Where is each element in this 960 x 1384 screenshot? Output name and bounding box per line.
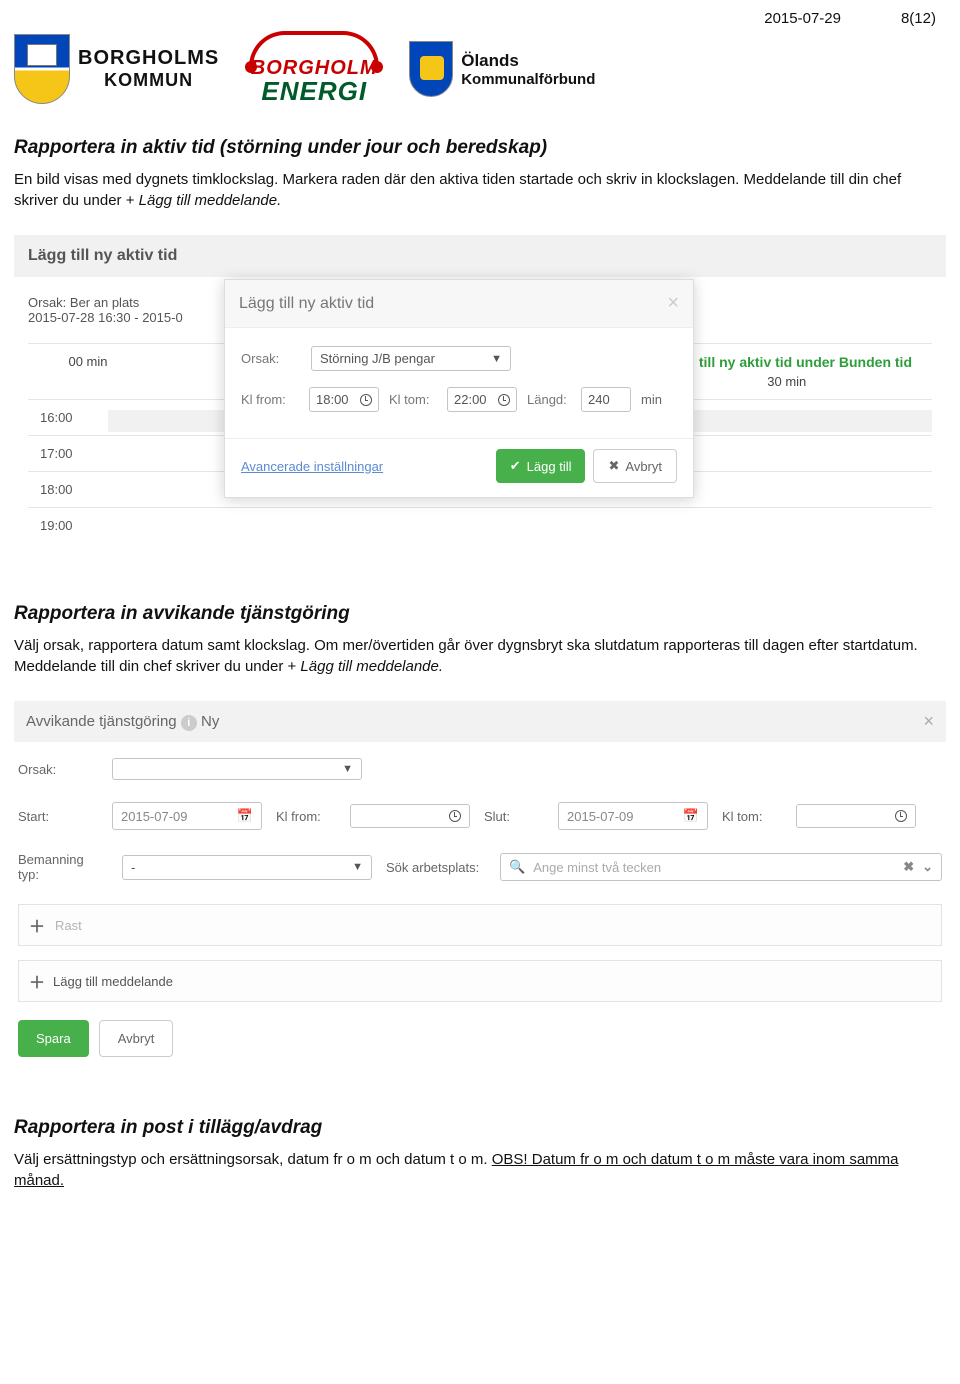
panel-header: Lägg till ny aktiv tid — [14, 235, 946, 277]
klfrom-label: Kl from: — [276, 809, 336, 824]
rast-button[interactable]: ＋ Rast — [18, 904, 942, 946]
close-icon[interactable]: × — [923, 711, 934, 732]
langd-input[interactable]: 240 — [581, 387, 631, 412]
section2-paragraph: Välj orsak, rapportera datum samt klocks… — [14, 635, 946, 677]
langd-unit: min — [641, 392, 662, 407]
clock-icon — [895, 810, 907, 822]
section2-text: Välj orsak, rapportera datum samt klocks… — [14, 637, 918, 675]
modal-aktiv-tid: Lägg till ny aktiv tid × Orsak: Störning… — [224, 279, 694, 498]
close-icon[interactable]: × — [667, 292, 679, 315]
doc-date: 2015-07-29 — [764, 10, 841, 27]
slut-date-input[interactable]: 2015-07-09 📅 — [558, 802, 708, 830]
olands-logo: Ölands Kommunalförbund — [409, 41, 595, 97]
section2-emphasis: Lägg till meddelande. — [300, 658, 443, 675]
section1-heading: Rapportera in aktiv tid (störning under … — [14, 137, 946, 159]
clock-icon — [449, 810, 461, 822]
olands-bottom: Kommunalförbund — [461, 71, 595, 88]
bemanning-label: Bemanning typ: — [18, 852, 108, 882]
orsak-select[interactable]: ▼ — [112, 758, 362, 780]
calendar-icon: 📅 — [237, 808, 253, 824]
arc-icon — [249, 31, 379, 67]
grid-row-1900[interactable]: 19:00 — [28, 507, 932, 543]
olands-top: Ölands — [461, 51, 595, 71]
x-icon — [608, 458, 619, 474]
langd-label: Längd: — [527, 392, 571, 407]
bemanning-select[interactable]: - ▼ — [122, 855, 372, 880]
chevron-down-icon: ▼ — [352, 861, 363, 873]
section3-heading: Rapportera in post i tillägg/avdrag — [14, 1117, 946, 1139]
orsak-select[interactable]: Störning J/B pengar ▼ — [311, 346, 511, 371]
shield-icon — [14, 34, 70, 104]
borgholms-bottom: KOMMUN — [78, 70, 219, 91]
kltom-label: Kl tom: — [722, 809, 782, 824]
avbryt-button[interactable]: Avbryt — [99, 1020, 174, 1057]
clock-icon — [360, 394, 372, 406]
orsak-label: Orsak: — [241, 351, 299, 366]
borgholms-kommun-logo: BORGHOLMS KOMMUN — [14, 34, 219, 104]
slut-label: Slut: — [484, 809, 544, 824]
sok-label: Sök arbetsplats: — [386, 860, 486, 875]
borgholm-energi-logo: BORGHOLM ENERGI — [249, 31, 379, 107]
klfrom-input[interactable] — [350, 804, 470, 828]
start-date-input[interactable]: 2015-07-09 📅 — [112, 802, 262, 830]
sok-arbetsplats-input[interactable]: 🔍 Ange minst två tecken ✖ ⌄ — [500, 853, 942, 881]
info-icon: i — [181, 715, 197, 731]
calendar-icon: 📅 — [683, 808, 699, 824]
cancel-button[interactable]: Avbryt — [593, 449, 677, 483]
add-button[interactable]: Lägg till — [496, 449, 586, 483]
section3-text: Välj ersättningstyp och ersättningsorsak… — [14, 1151, 492, 1168]
klfrom-input[interactable]: 18:00 — [309, 387, 379, 412]
dropdown-icon[interactable]: ⌄ — [922, 859, 933, 875]
kltom-input[interactable] — [796, 804, 916, 828]
clear-icon[interactable]: ✖ — [903, 859, 914, 875]
search-icon: 🔍 — [509, 859, 525, 875]
screenshot-avvikande: Avvikande tjänstgöring i Ny × Orsak: ▼ S… — [14, 701, 946, 1057]
lagg-till-meddelande-button[interactable]: ＋ Lägg till meddelande — [18, 960, 942, 1002]
doc-page: 8(12) — [901, 10, 936, 27]
start-label: Start: — [18, 809, 98, 824]
section2-heading: Rapportera in avvikande tjänstgöring — [14, 603, 946, 625]
page-header-meta: 2015-07-29 8(12) — [14, 10, 946, 27]
kltom-input[interactable]: 22:00 — [447, 387, 517, 412]
time-label: 17:00 — [28, 436, 108, 471]
plus-icon: ＋ — [29, 969, 45, 993]
time-label: 16:00 — [28, 400, 108, 435]
logo-row: BORGHOLMS KOMMUN BORGHOLM ENERGI Ölands … — [14, 31, 946, 107]
green-column-header: Lägg till ny aktiv tid under Bunden tid — [662, 354, 912, 370]
time-label: 18:00 — [28, 472, 108, 507]
time-label: 19:00 — [28, 508, 108, 543]
section3-paragraph: Välj ersättningstyp och ersättningsorsak… — [14, 1149, 946, 1191]
panel-header-avvikande: Avvikande tjänstgöring i Ny × — [14, 701, 946, 742]
borgholms-top: BORGHOLMS — [78, 47, 219, 70]
col-right-value: 30 min — [662, 374, 912, 389]
modal-title: Lägg till ny aktiv tid — [239, 295, 374, 313]
chevron-down-icon: ▼ — [491, 353, 502, 365]
section1-emphasis: Lägg till meddelande. — [139, 192, 282, 209]
advanced-link[interactable]: Avancerade inställningar — [241, 459, 383, 474]
chevron-down-icon: ▼ — [342, 763, 353, 775]
clock-icon — [498, 394, 510, 406]
energi-line2: ENERGI — [261, 76, 367, 107]
check-icon — [510, 458, 521, 474]
section1-paragraph: En bild visas med dygnets timklockslag. … — [14, 169, 946, 211]
plus-icon: ＋ — [29, 913, 45, 937]
shield-small-icon — [409, 41, 453, 97]
kltom-label: Kl tom: — [389, 392, 437, 407]
orsak-label: Orsak: — [18, 762, 98, 777]
spara-button[interactable]: Spara — [18, 1020, 89, 1057]
col-left-header: 00 min — [28, 344, 148, 399]
klfrom-label: Kl from: — [241, 392, 299, 407]
screenshot-aktiv-tid: Lägg till ny aktiv tid Orsak: Ber an pla… — [14, 235, 946, 543]
